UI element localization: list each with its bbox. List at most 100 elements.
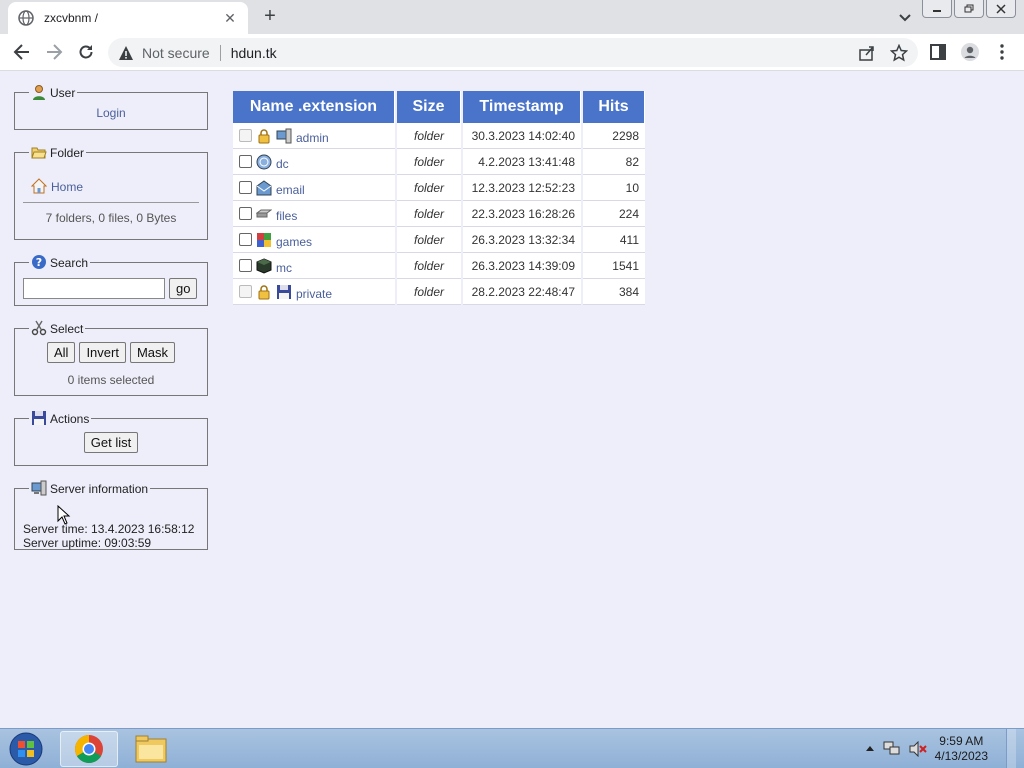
server-time: Server time: 13.4.2023 16:58:12 xyxy=(23,522,195,536)
show-desktop-button[interactable] xyxy=(1006,729,1016,768)
home-link[interactable]: Home xyxy=(51,180,83,194)
kebab-menu-icon[interactable] xyxy=(992,42,1012,62)
taskbar-explorer-button[interactable] xyxy=(122,731,180,767)
timestamp-cell: 22.3.2023 16:28:26 xyxy=(463,201,581,227)
size-cell: folder xyxy=(397,279,461,305)
hits-cell: 10 xyxy=(583,175,645,201)
security-status[interactable]: Not secure xyxy=(142,45,210,61)
forward-arrow-icon[interactable] xyxy=(44,42,64,62)
drive-icon xyxy=(256,209,272,217)
home-icon xyxy=(31,178,47,194)
help-icon: ? xyxy=(32,255,46,269)
address-bar[interactable]: Not secure hdun.tk xyxy=(108,38,918,67)
url-text[interactable]: hdun.tk xyxy=(231,45,277,61)
timestamp-cell: 26.3.2023 13:32:34 xyxy=(463,227,581,253)
column-header-size[interactable]: Size xyxy=(397,91,461,123)
folder-link[interactable]: files xyxy=(276,209,297,223)
volume-muted-icon[interactable] xyxy=(909,741,927,757)
folder-link[interactable]: games xyxy=(276,235,312,249)
row-checkbox[interactable] xyxy=(239,259,252,272)
server-info-legend: Server information xyxy=(29,480,150,496)
folder-link[interactable]: private xyxy=(296,287,332,301)
row-checkbox[interactable] xyxy=(239,207,252,220)
folder-legend-label: Folder xyxy=(50,146,85,160)
login-link[interactable]: Login xyxy=(96,106,125,120)
user-icon xyxy=(33,85,45,100)
timestamp-cell: 28.2.2023 22:48:47 xyxy=(463,279,581,305)
folder-link[interactable]: email xyxy=(276,183,305,197)
table-header-row: Name .extension Size Timestamp Hits xyxy=(233,91,645,123)
side-panel-icon[interactable] xyxy=(928,42,948,62)
row-checkbox[interactable] xyxy=(239,181,252,194)
share-icon[interactable] xyxy=(858,44,876,62)
scissors-icon xyxy=(31,320,47,336)
bookmark-star-icon[interactable] xyxy=(890,44,908,62)
server-info-panel: Server information Server time: 13.4.202… xyxy=(14,480,208,550)
folder-legend: Folder xyxy=(29,144,86,160)
tab-close-icon[interactable]: ✕ xyxy=(222,10,238,27)
table-row: admin folder 30.3.2023 14:02:40 2298 xyxy=(233,123,645,149)
floppy-disk-icon xyxy=(32,411,46,425)
taskbar-clock[interactable]: 9:59 AM 4/13/2023 xyxy=(935,734,988,764)
row-checkbox[interactable] xyxy=(239,129,252,142)
server-info-legend-label: Server information xyxy=(50,482,149,496)
column-header-hits[interactable]: Hits xyxy=(583,91,645,123)
search-go-button[interactable]: go xyxy=(169,278,198,299)
new-tab-button[interactable]: + xyxy=(258,4,282,28)
row-checkbox[interactable] xyxy=(239,233,252,246)
row-checkbox[interactable] xyxy=(239,155,252,168)
tray-expand-icon[interactable] xyxy=(865,744,875,754)
browser-tab[interactable]: zxcvbnm / ✕ xyxy=(8,2,248,34)
search-row: go xyxy=(23,278,199,299)
user-legend: User xyxy=(29,84,77,100)
browser-tab-strip: zxcvbnm / ✕ + xyxy=(0,0,1024,34)
games-icon xyxy=(257,232,271,247)
timestamp-cell: 12.3.2023 12:52:23 xyxy=(463,175,581,201)
hits-cell: 2298 xyxy=(583,123,645,149)
browser-toolbar: Not secure hdun.tk xyxy=(0,34,1024,71)
restore-button[interactable] xyxy=(954,0,984,18)
back-arrow-icon[interactable] xyxy=(12,42,32,62)
user-legend-label: User xyxy=(50,86,76,100)
actions-legend-label: Actions xyxy=(50,412,90,426)
minimize-icon xyxy=(933,9,941,12)
table-row: private folder 28.2.2023 22:48:47 384 xyxy=(233,279,645,305)
restore-icon xyxy=(964,4,974,12)
size-cell: folder xyxy=(397,149,461,175)
get-list-button[interactable]: Get list xyxy=(83,432,139,453)
chrome-icon xyxy=(75,735,103,763)
folder-link[interactable]: dc xyxy=(276,157,289,171)
network-icon[interactable] xyxy=(883,741,901,757)
size-cell: folder xyxy=(397,123,461,149)
search-input[interactable] xyxy=(23,278,165,299)
select-all-button[interactable]: All xyxy=(46,342,76,363)
warning-icon xyxy=(119,45,133,60)
column-header-name[interactable]: Name .extension xyxy=(233,91,395,123)
start-button-icon[interactable] xyxy=(6,731,46,767)
block-icon xyxy=(256,257,272,274)
profile-avatar-icon[interactable] xyxy=(960,42,980,62)
size-cell: folder xyxy=(397,253,461,279)
invert-selection-button[interactable]: Invert xyxy=(79,342,126,363)
actions-legend: Actions xyxy=(29,410,91,426)
mask-button[interactable]: Mask xyxy=(129,342,176,363)
size-cell: folder xyxy=(397,175,461,201)
close-button[interactable] xyxy=(986,0,1016,18)
open-folder-icon xyxy=(31,147,47,159)
address-separator xyxy=(219,44,221,61)
taskbar-chrome-button[interactable] xyxy=(60,731,118,767)
folder-icon xyxy=(135,735,167,763)
column-header-timestamp[interactable]: Timestamp xyxy=(463,91,581,123)
server-uptime: Server uptime: 09:03:59 xyxy=(23,536,152,550)
folder-link[interactable]: admin xyxy=(296,131,329,145)
table-row: mc folder 26.3.2023 14:39:09 1541 xyxy=(233,253,645,279)
row-checkbox[interactable] xyxy=(239,285,252,298)
folder-link[interactable]: mc xyxy=(276,261,292,275)
reload-icon[interactable] xyxy=(76,42,96,62)
chevron-down-icon[interactable] xyxy=(896,8,914,26)
computer-icon xyxy=(276,128,292,143)
close-icon xyxy=(996,3,1006,14)
timestamp-cell: 30.3.2023 14:02:40 xyxy=(463,123,581,149)
folder-panel: Folder Home 7 folders, 0 files, 0 Bytes xyxy=(14,144,208,240)
minimize-button[interactable] xyxy=(922,0,952,18)
